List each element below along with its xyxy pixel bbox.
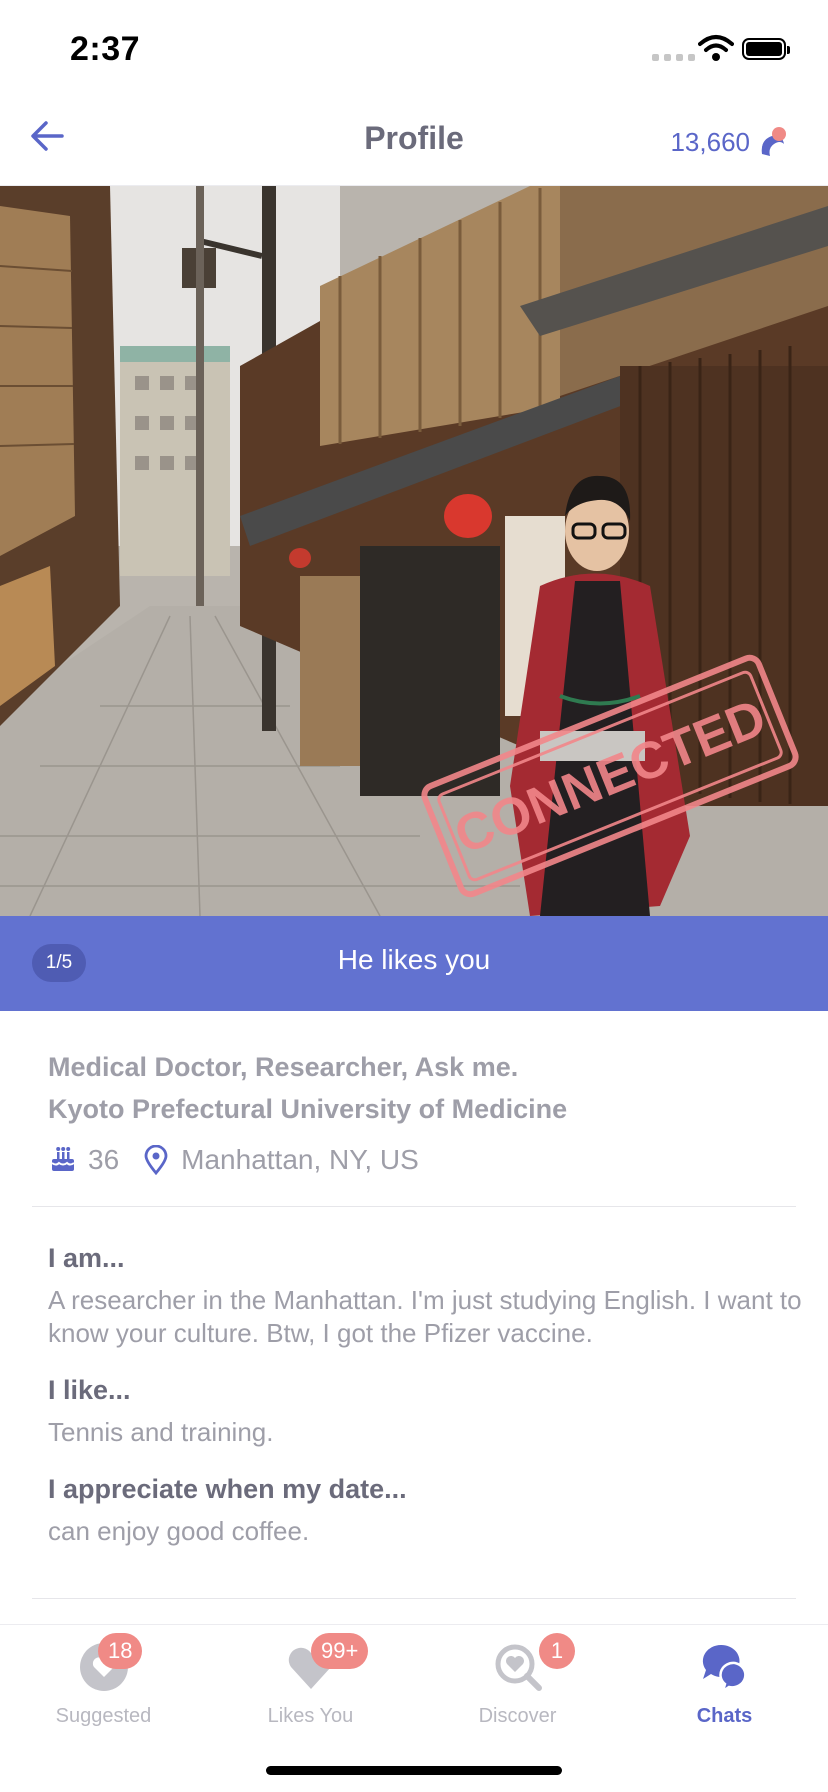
birthday-cake-icon <box>51 1147 75 1171</box>
likes-you-badge: 99+ <box>311 1633 369 1669</box>
coin-balance[interactable]: 13,660 <box>670 126 788 158</box>
search-heart-icon <box>495 1644 542 1691</box>
home-indicator <box>266 1766 562 1775</box>
occupation: Medical Doctor, Researcher, Ask me. <box>48 1052 519 1082</box>
tab-label: Discover <box>478 1705 557 1727</box>
wifi-icon <box>698 35 734 61</box>
profile-prompts: I am... A researcher in the Manhattan. I… <box>48 1238 808 1568</box>
battery-icon <box>742 38 790 60</box>
prompt-answer: A researcher in the Manhattan. I'm just … <box>48 1285 802 1348</box>
tab-label: Likes You <box>267 1705 354 1727</box>
coin-count: 13,660 <box>670 126 750 157</box>
profile-photo[interactable]: CONNECTED <box>0 186 828 916</box>
chat-bubbles-icon <box>702 1644 747 1693</box>
status-time: 2:37 <box>70 30 141 68</box>
prompt-question: I like... <box>48 1375 131 1405</box>
prompt-question: I appreciate when my date... <box>48 1474 407 1504</box>
school: Kyoto Prefectural University of Medicine <box>48 1094 568 1124</box>
tab-discover[interactable]: 1 Discover <box>414 1625 621 1735</box>
profile-details: Medical Doctor, Researcher, Ask me. Kyot… <box>48 1046 788 1180</box>
prompt-answer: Tennis and training. <box>48 1417 274 1447</box>
tab-label: Chats <box>696 1705 753 1727</box>
coin-icon <box>761 127 786 156</box>
status-bar: 2:37 <box>0 0 828 98</box>
discover-badge: 1 <box>539 1633 575 1669</box>
prompt-i-like: I like... Tennis and training. <box>48 1370 808 1449</box>
divider <box>32 1206 796 1207</box>
location: Manhattan, NY, US <box>181 1144 419 1175</box>
tab-chats[interactable]: Chats <box>621 1625 828 1735</box>
tab-likes-you[interactable]: 99+ Likes You <box>207 1625 414 1735</box>
prompt-question: I am... <box>48 1243 125 1273</box>
prompt-answer: can enjoy good coffee. <box>48 1516 310 1546</box>
cellular-signal-icon <box>652 54 695 61</box>
age-location-row: 36 Manhattan, NY, US <box>48 1140 788 1180</box>
divider <box>32 1598 796 1599</box>
age: 36 <box>88 1144 120 1175</box>
top-nav-bar: Profile 13,660 <box>0 98 828 186</box>
prompt-i-am: I am... A researcher in the Manhattan. I… <box>48 1238 808 1350</box>
suggested-badge: 18 <box>98 1633 143 1669</box>
tab-suggested[interactable]: 18 Suggested <box>0 1625 207 1735</box>
likes-you-banner: 1/5 He likes you <box>0 916 828 1011</box>
tab-label: Suggested <box>55 1705 152 1727</box>
location-pin-icon <box>144 1145 168 1175</box>
prompt-i-appreciate: I appreciate when my date... can enjoy g… <box>48 1469 808 1548</box>
he-likes-you-text: He likes you <box>337 944 491 975</box>
